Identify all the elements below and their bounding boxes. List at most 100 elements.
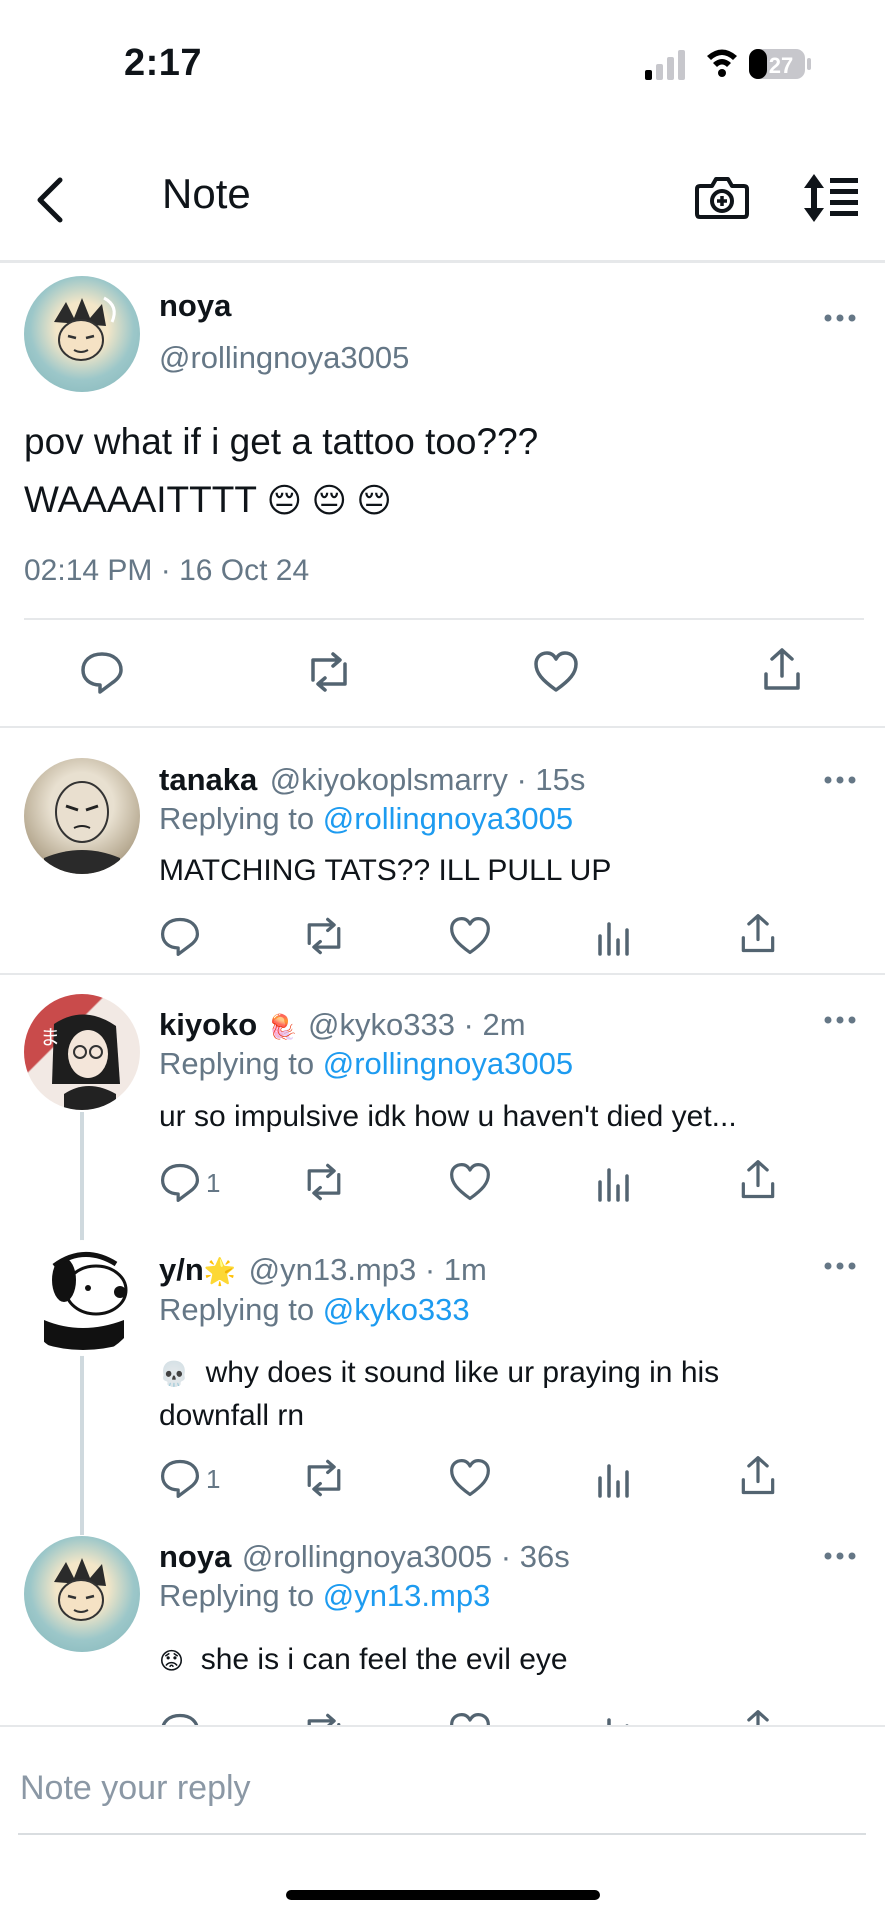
- home-indicator: [286, 1890, 600, 1900]
- more-dots-icon: [824, 314, 856, 322]
- more-dots-icon: [824, 1262, 856, 1270]
- repost-button[interactable]: [300, 1710, 348, 1726]
- comment-icon: [81, 652, 123, 694]
- author-name[interactable]: noya: [159, 288, 231, 324]
- share-icon: [741, 1456, 775, 1495]
- reply-button[interactable]: [78, 648, 126, 696]
- battery-level: 27: [769, 53, 793, 78]
- name-emoji: 🌟: [203, 1256, 237, 1286]
- repost-button[interactable]: [300, 1160, 348, 1204]
- reply-count: 1: [206, 1464, 221, 1494]
- replying-to-link[interactable]: @kyko333: [323, 1292, 470, 1327]
- replying-to: Replying to @rollingnoya3005: [159, 801, 574, 836]
- repost-button[interactable]: [303, 650, 355, 694]
- replying-to: Replying to @yn13.mp3: [159, 1578, 491, 1613]
- comment-icon: [160, 917, 200, 956]
- like-button[interactable]: [448, 1710, 492, 1726]
- more-options-button[interactable]: [822, 1012, 862, 1028]
- avatar-kiyoko[interactable]: ま: [24, 994, 140, 1110]
- avatar-illustration: ま: [40, 1014, 120, 1110]
- name-emoji: 🪼: [267, 1014, 298, 1041]
- reply-button[interactable]: [158, 1456, 202, 1500]
- back-button[interactable]: [26, 172, 76, 228]
- replying-to-link[interactable]: @rollingnoya3005: [323, 801, 573, 836]
- reply-button[interactable]: [158, 1160, 202, 1204]
- composer: [0, 1727, 885, 1920]
- share-button[interactable]: [760, 646, 804, 694]
- battery-icon: 27: [749, 49, 811, 79]
- thread-connector: [80, 1330, 84, 1535]
- repost-button[interactable]: [300, 914, 348, 958]
- share-icon: [741, 914, 775, 953]
- reply-text: 😟 she is i can feel the evil eye: [159, 1639, 568, 1682]
- svg-text:ま: ま: [40, 1025, 60, 1049]
- more-dots-icon: [824, 1552, 856, 1560]
- reply-button[interactable]: [158, 914, 202, 958]
- avatar-illustration: [44, 781, 120, 874]
- reply-text: ur so impulsive idk how u haven't died y…: [159, 1100, 737, 1133]
- heart-icon: [450, 1162, 490, 1201]
- reply-author-name[interactable]: y/n: [159, 1252, 204, 1287]
- more-options-button[interactable]: [822, 1258, 862, 1274]
- post-emojis: 😔 😔 😔: [266, 482, 392, 520]
- share-button[interactable]: [736, 1454, 780, 1498]
- reply-author-handle[interactable]: @yn13.mp3 · 1m: [249, 1252, 487, 1287]
- repost-icon: [311, 652, 347, 692]
- more-options-button[interactable]: [822, 772, 862, 788]
- avatar-noya[interactable]: [24, 1536, 140, 1652]
- like-button[interactable]: [532, 648, 580, 696]
- text-emoji: 😟: [159, 1648, 185, 1675]
- reply-text-body: she is i can feel the evil eye: [200, 1643, 568, 1676]
- views-button[interactable]: [592, 1160, 636, 1204]
- reply-author-handle[interactable]: @kyko333 · 2m: [308, 1007, 526, 1042]
- replying-to-link[interactable]: @rollingnoya3005: [323, 1046, 573, 1081]
- replying-to-link[interactable]: @yn13.mp3: [323, 1578, 491, 1613]
- more-options-button[interactable]: [822, 310, 862, 326]
- reply-author-name[interactable]: tanaka: [159, 762, 257, 797]
- post-text-line1: pov what if i get a tattoo too???: [24, 421, 539, 462]
- repost-icon: [307, 1163, 341, 1201]
- analytics-icon: [598, 1464, 629, 1498]
- reply-button[interactable]: [158, 1710, 202, 1726]
- reply-count: 1: [206, 1168, 221, 1198]
- like-button[interactable]: [448, 1160, 492, 1204]
- views-button[interactable]: [592, 1710, 636, 1726]
- input-underline: [18, 1833, 866, 1835]
- share-icon: [741, 1160, 775, 1199]
- avatar-illustration: [54, 296, 116, 361]
- reply-author-handle[interactable]: @kiyokoplsmarry · 15s: [270, 762, 586, 797]
- like-button[interactable]: [448, 1456, 492, 1500]
- reply-author-handle[interactable]: @rollingnoya3005 · 36s: [242, 1539, 570, 1574]
- reply-text-line1: why does it sound like ur praying in his: [205, 1356, 720, 1389]
- views-button[interactable]: [592, 1456, 636, 1500]
- like-button[interactable]: [448, 914, 492, 958]
- avatar-illustration: [54, 1558, 106, 1621]
- more-dots-icon: [824, 776, 856, 784]
- views-button[interactable]: [592, 914, 636, 958]
- camera-button[interactable]: [692, 168, 752, 228]
- avatar-yn[interactable]: [24, 1240, 140, 1356]
- avatar-noya[interactable]: [24, 276, 140, 392]
- share-button[interactable]: [736, 1158, 780, 1202]
- more-options-button[interactable]: [822, 1548, 862, 1564]
- avatar-tanaka[interactable]: [24, 758, 140, 874]
- reply-input[interactable]: [18, 1757, 862, 1819]
- divider: [0, 973, 885, 975]
- heart-icon: [450, 916, 490, 955]
- share-button[interactable]: [736, 1708, 780, 1726]
- share-button[interactable]: [736, 912, 780, 956]
- reply-text-line2: downfall rn: [159, 1399, 305, 1432]
- sort-button[interactable]: [800, 170, 860, 226]
- sort-icon: [804, 174, 858, 222]
- page-title: Note: [162, 170, 251, 217]
- replying-to: Replying to @kyko333: [159, 1292, 470, 1327]
- reply-author-name[interactable]: noya: [159, 1539, 231, 1574]
- repost-icon: [307, 1713, 341, 1726]
- repost-button[interactable]: [300, 1456, 348, 1500]
- author-handle[interactable]: @rollingnoya3005: [159, 340, 409, 376]
- analytics-icon: [598, 1168, 629, 1202]
- status-time: 2:17: [124, 42, 203, 84]
- comment-icon: [161, 1713, 199, 1726]
- reply-author-name[interactable]: kiyoko: [159, 1007, 257, 1042]
- nav-bar: Note: [0, 140, 885, 263]
